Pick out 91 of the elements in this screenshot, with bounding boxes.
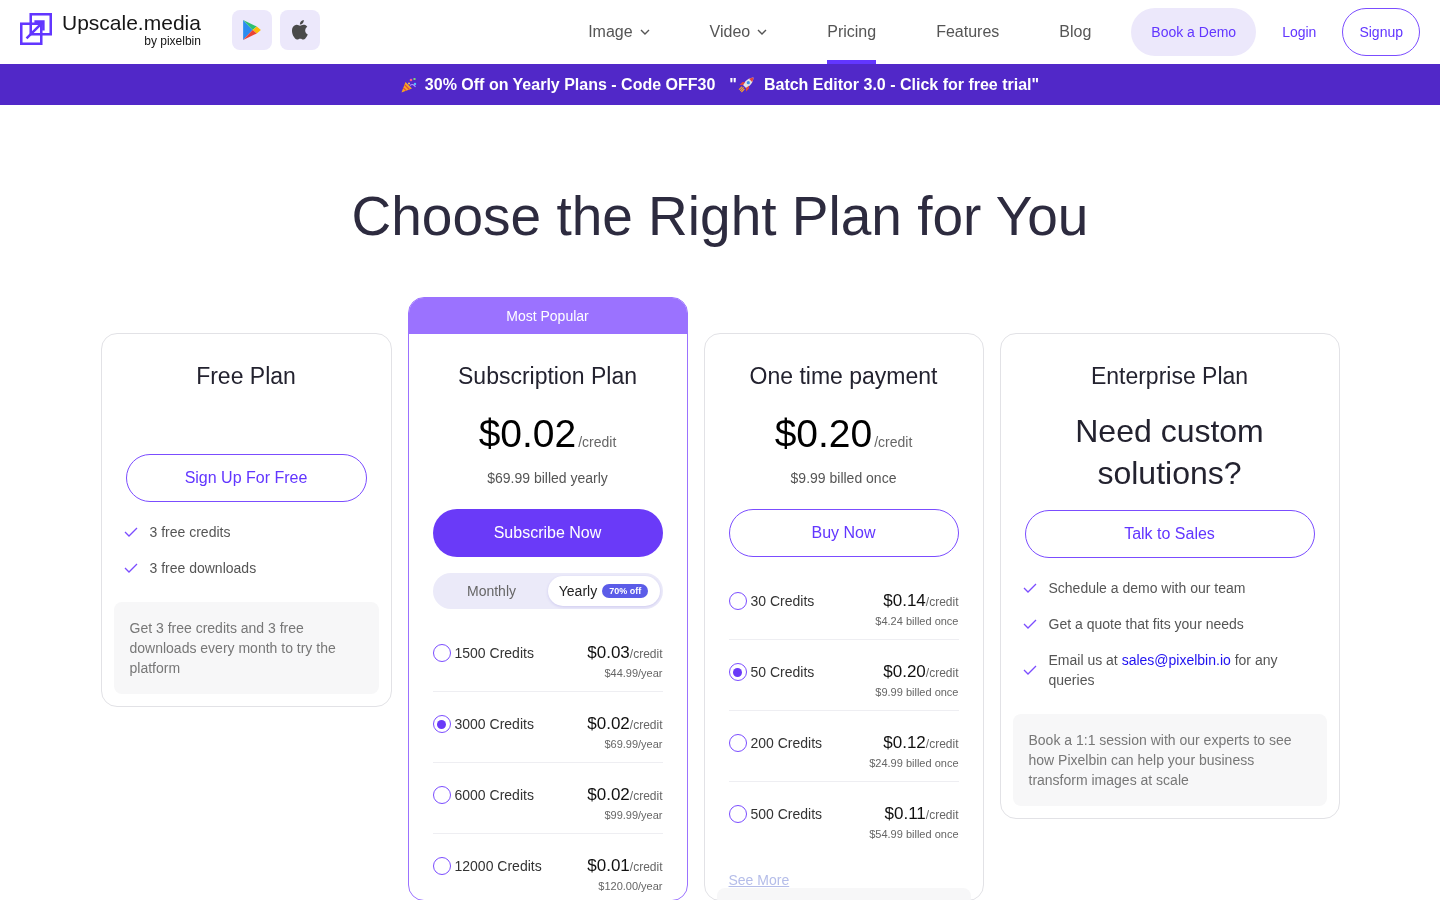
price-unit: /credit [874, 434, 913, 450]
option-unit: /credit [629, 789, 663, 803]
credits-label: 1500 Credits [454, 645, 534, 661]
plan-title: Enterprise Plan [1089, 362, 1250, 390]
note-panel: Book a 1:1 session with our experts to see how Pixelbin can help your business transform images at scale [1012, 714, 1327, 806]
signup-button[interactable]: Signup [1342, 8, 1420, 56]
app-download-button[interactable] [279, 10, 320, 50]
cta-button[interactable]: Sign Up For Free [125, 454, 367, 502]
cta-button[interactable]: Buy Now [728, 509, 959, 557]
plan-title: Free Plan [195, 362, 297, 390]
trial-link[interactable]: Batch Editor 3.0 - Click for free trial" [763, 75, 1040, 94]
party-popper-icon [400, 76, 417, 93]
option-billing: $54.99 billed once [869, 827, 959, 842]
option-unit: /credit [925, 808, 959, 822]
radio-button[interactable] [432, 786, 451, 804]
discount-tag: 70% off [602, 584, 649, 598]
feature-text: 3 free credits [149, 523, 231, 542]
option-billing: $9.99 billed once [875, 685, 959, 700]
radio-button[interactable] [728, 663, 747, 681]
login-link[interactable]: Login [1282, 24, 1317, 40]
option-price: $0.12 [883, 733, 926, 752]
toggle-option[interactable]: Yearly 70% off [547, 576, 660, 606]
credits-label: 3000 Credits [454, 716, 534, 732]
popular-ribbon: Most Popular [408, 298, 687, 334]
page-heading: Choose the Right Plan for You [350, 184, 1090, 249]
nav-link[interactable]: Features [936, 0, 1000, 64]
plan-title: Subscription Plan [457, 362, 638, 390]
nav-link[interactable]: Video [709, 0, 768, 64]
option-billing: $4.24 billed once [875, 614, 959, 629]
check-icon [1022, 665, 1037, 675]
option-price: $0.02 [587, 785, 630, 804]
toggle-option[interactable]: Monthly [435, 576, 548, 606]
radio-button[interactable] [432, 715, 451, 733]
cta-button[interactable]: Subscribe Now [432, 509, 663, 557]
radio-button[interactable] [728, 805, 747, 823]
radio-button[interactable] [728, 734, 747, 752]
check-icon [123, 527, 138, 537]
option-price: $0.02 [587, 714, 630, 733]
option-billing: $69.99/year [603, 737, 663, 752]
feature-text: Get a quote that fits your needs [1048, 615, 1244, 634]
billing-text: $69.99 billed yearly [486, 469, 609, 488]
note-panel: Get 3 free credits and 3 free downloads every month to try the platform [113, 602, 379, 694]
option-price: $0.20 [883, 662, 926, 681]
logo-text[interactable]: Upscale.media [62, 10, 201, 35]
radio-button[interactable] [728, 592, 747, 610]
credits-label: 200 Credits [750, 735, 823, 751]
check-icon [1022, 619, 1037, 629]
radio-button[interactable] [432, 857, 451, 875]
nav-link[interactable]: Blog [1059, 0, 1092, 64]
credits-label: 6000 Credits [454, 787, 534, 803]
plan-headline: Need custom solutions? [1074, 412, 1265, 493]
feature-text: 3 free downloads [149, 559, 257, 578]
option-unit: /credit [629, 718, 663, 732]
price-unit: /credit [578, 434, 617, 450]
radio-button[interactable] [432, 644, 451, 662]
nav-link[interactable]: Image [588, 0, 650, 64]
credits-label: 12000 Credits [454, 858, 542, 874]
quote-text: " [729, 75, 737, 94]
option-price: $0.03 [587, 643, 630, 662]
option-billing: $99.99/year [603, 808, 663, 823]
play-icon [242, 20, 261, 40]
option-price: $0.11 [884, 804, 926, 823]
email-link[interactable]: sales@pixelbin.io [1121, 652, 1231, 668]
price-amount: $0.20 [774, 412, 873, 455]
apple-icon [291, 20, 308, 40]
option-price: $0.01 [587, 856, 630, 875]
option-unit: /credit [925, 595, 959, 609]
feature-text: Schedule a demo with our team [1048, 579, 1246, 598]
check-icon [1022, 583, 1037, 593]
logo-icon [20, 13, 52, 45]
option-unit: /credit [925, 666, 959, 680]
demo-button[interactable]: Book a Demo [1131, 8, 1257, 56]
credits-label: 500 Credits [750, 806, 823, 822]
option-billing: $44.99/year [603, 666, 663, 681]
check-icon [123, 563, 138, 573]
credits-label: 50 Credits [750, 664, 815, 680]
logo-byline: by pixelbin [144, 34, 201, 48]
option-billing: $24.99 billed once [869, 756, 959, 771]
price-amount: $0.02 [478, 412, 577, 455]
option-unit: /credit [925, 737, 959, 751]
feature-text: Email us at sales@pixelbin.io for any queries [1048, 651, 1279, 690]
option-unit: /credit [629, 860, 663, 874]
option-price: $0.14 [883, 591, 926, 610]
option-billing: $120.00/year [597, 879, 663, 894]
rocket-icon [737, 76, 754, 93]
plan-title: One time payment [748, 362, 939, 390]
credits-label: 30 Credits [750, 593, 815, 609]
billing-text: $9.99 billed once [789, 469, 898, 488]
offer-text: 30% Off on Yearly Plans - Code OFF30 [424, 75, 716, 94]
option-unit: /credit [629, 647, 663, 661]
cta-button[interactable]: Talk to Sales [1024, 510, 1315, 558]
